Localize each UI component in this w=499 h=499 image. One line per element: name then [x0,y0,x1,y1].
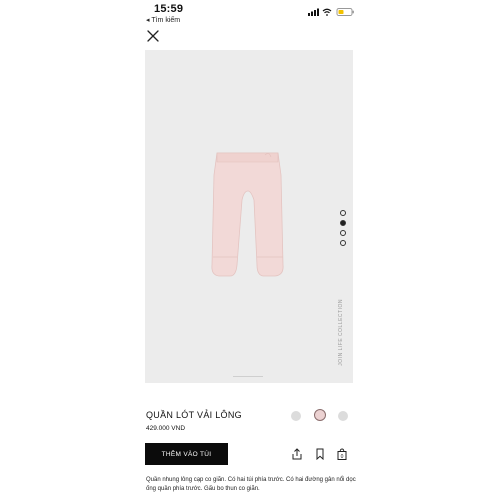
product-image[interactable]: JOIN LIFE COLLECTION [145,50,353,383]
bag-icon[interactable]: 0 [336,448,348,460]
status-time: 15:59 [154,3,184,15]
image-indicator-line [233,376,263,377]
collection-label: JOIN LIFE COLLECTION [338,299,344,366]
gallery-dot-3[interactable] [340,230,346,236]
gallery-dot-1[interactable] [340,210,346,216]
bookmark-icon[interactable] [314,448,326,460]
gallery-dots [340,210,350,250]
wifi-icon [322,8,332,16]
product-price: 429.000 VND [146,425,186,432]
product-description: Quần nhung lông cạp co giãn. Có hai túi … [146,477,356,492]
color-swatch-grey[interactable] [291,411,301,421]
share-icon[interactable] [291,448,303,460]
close-icon[interactable] [146,29,160,43]
add-to-cart-button[interactable]: THÊM VÀO TÚI [145,443,228,465]
signal-icon [308,8,319,16]
product-title: QUẦN LÓT VẢI LÔNG [146,410,242,420]
status-icons [308,8,354,16]
gallery-dot-2[interactable] [340,220,346,226]
bag-count: 0 [341,454,344,460]
battery-icon [336,8,354,16]
color-swatch-grey-light[interactable] [338,411,348,421]
color-swatch-pink[interactable] [314,409,326,421]
product-photo-pants [211,152,284,277]
status-bar: 15:59 ◂ Tìm kiếm [0,0,499,32]
gallery-dot-4[interactable] [340,240,346,246]
back-to-search-link[interactable]: ◂ Tìm kiếm [146,16,180,24]
